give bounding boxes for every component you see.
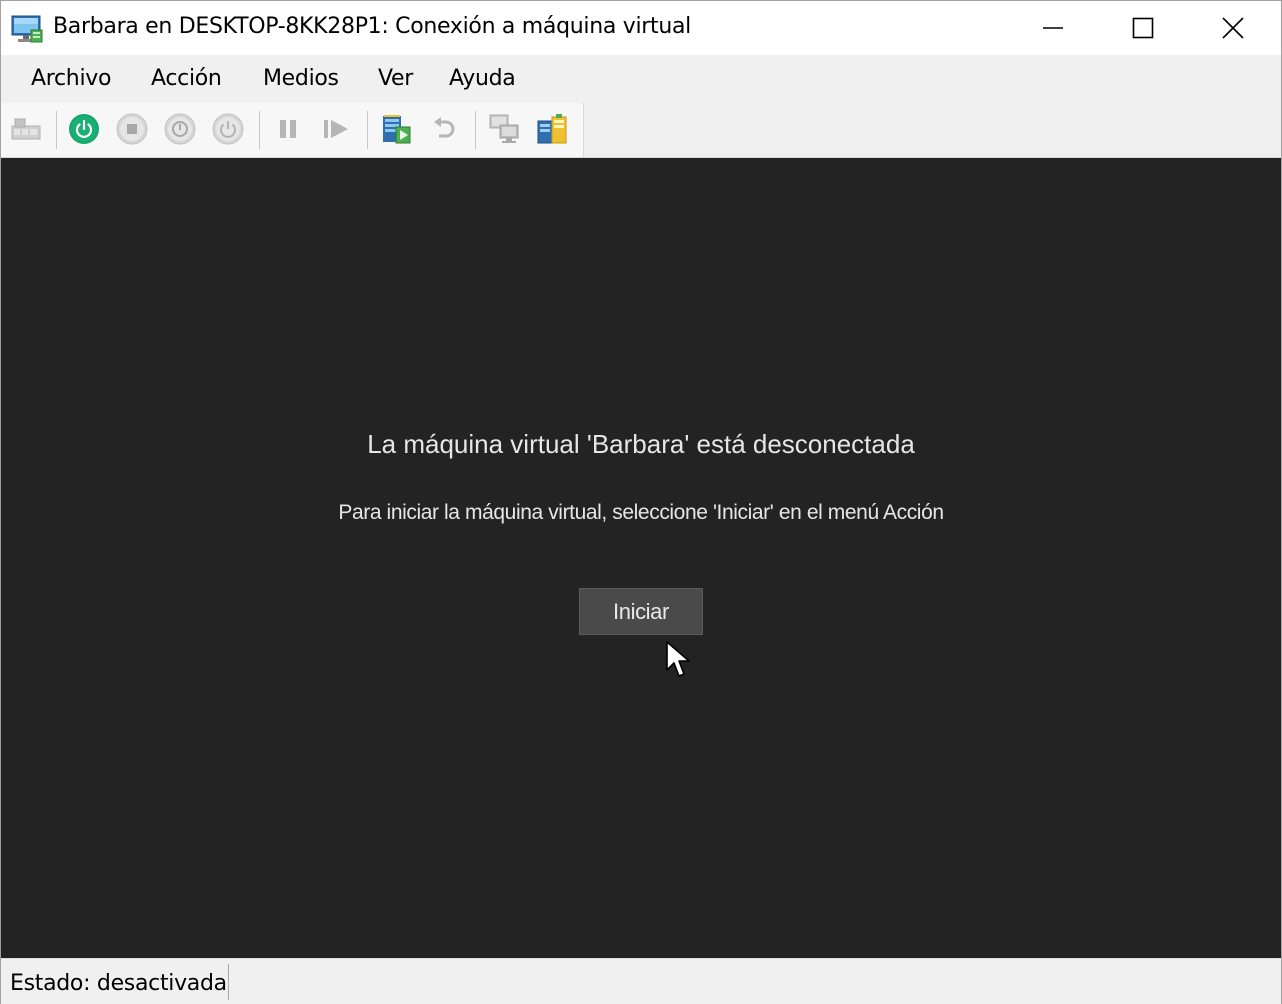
- toolbar: [1, 103, 1281, 158]
- start-icon: [69, 114, 99, 144]
- share-icon: [537, 114, 567, 144]
- menu-ayuda[interactable]: Ayuda: [449, 66, 516, 91]
- minimize-button[interactable]: [1008, 1, 1098, 55]
- close-button[interactable]: [1188, 1, 1278, 55]
- enhanced-session-icon: [489, 114, 519, 143]
- start-toolbar-button[interactable]: [67, 112, 101, 146]
- pause-icon: [280, 120, 296, 138]
- resume-button[interactable]: [319, 112, 353, 146]
- checkpoint-icon: [383, 115, 411, 144]
- save-icon: [212, 113, 244, 145]
- title-bar[interactable]: Barbara en DESKTOP-8KK28P1: Conexión a m…: [1, 1, 1281, 55]
- vm-connection-window: Barbara en DESKTOP-8KK28P1: Conexión a m…: [0, 0, 1282, 1004]
- revert-button[interactable]: [427, 112, 461, 146]
- menu-archivo[interactable]: Archivo: [31, 66, 111, 91]
- turn-off-icon: [116, 113, 148, 145]
- menu-accion[interactable]: Acción: [151, 66, 222, 91]
- toolbar-separator: [475, 111, 476, 149]
- vm-start-hint: Para iniciar la máquina virtual, selecci…: [338, 501, 944, 524]
- shut-down-icon: [164, 113, 196, 145]
- menu-medios[interactable]: Medios: [263, 66, 339, 91]
- save-button[interactable]: [211, 112, 245, 146]
- vm-disconnected-title: La máquina virtual 'Barbara' está descon…: [367, 429, 915, 459]
- pause-button[interactable]: [271, 112, 305, 146]
- status-separator: [228, 964, 229, 1000]
- resume-icon: [324, 120, 348, 138]
- revert-icon: [434, 117, 455, 138]
- status-bar: Estado: desactivada: [1, 958, 1281, 1004]
- toolbar-separator: [56, 111, 57, 149]
- toolbar-separator: [367, 111, 368, 149]
- status-text: Estado: desactivada: [10, 971, 227, 996]
- minimize-icon: [1043, 27, 1063, 29]
- checkpoint-button[interactable]: [379, 112, 413, 146]
- turn-off-button[interactable]: [115, 112, 149, 146]
- ctrl-alt-del-icon: [11, 118, 41, 140]
- vm-display[interactable]: La máquina virtual 'Barbara' está descon…: [1, 158, 1281, 958]
- vm-connection-icon: [11, 13, 43, 45]
- maximize-icon: [1132, 17, 1154, 39]
- menu-bar: Archivo Acción Medios Ver Ayuda: [1, 55, 1281, 103]
- start-button[interactable]: Iniciar: [579, 588, 703, 635]
- shut-down-button[interactable]: [163, 112, 197, 146]
- mouse-cursor-icon: [665, 640, 691, 685]
- menu-ver[interactable]: Ver: [378, 66, 413, 91]
- window-title: Barbara en DESKTOP-8KK28P1: Conexión a m…: [53, 14, 691, 39]
- maximize-button[interactable]: [1098, 1, 1188, 55]
- close-icon: [1222, 17, 1244, 39]
- ctrl-alt-del-button[interactable]: [9, 112, 43, 146]
- toolbar-separator: [259, 111, 260, 149]
- enhanced-session-button[interactable]: [487, 112, 521, 146]
- share-button[interactable]: [535, 112, 569, 146]
- toolbar-strip: [1, 103, 584, 157]
